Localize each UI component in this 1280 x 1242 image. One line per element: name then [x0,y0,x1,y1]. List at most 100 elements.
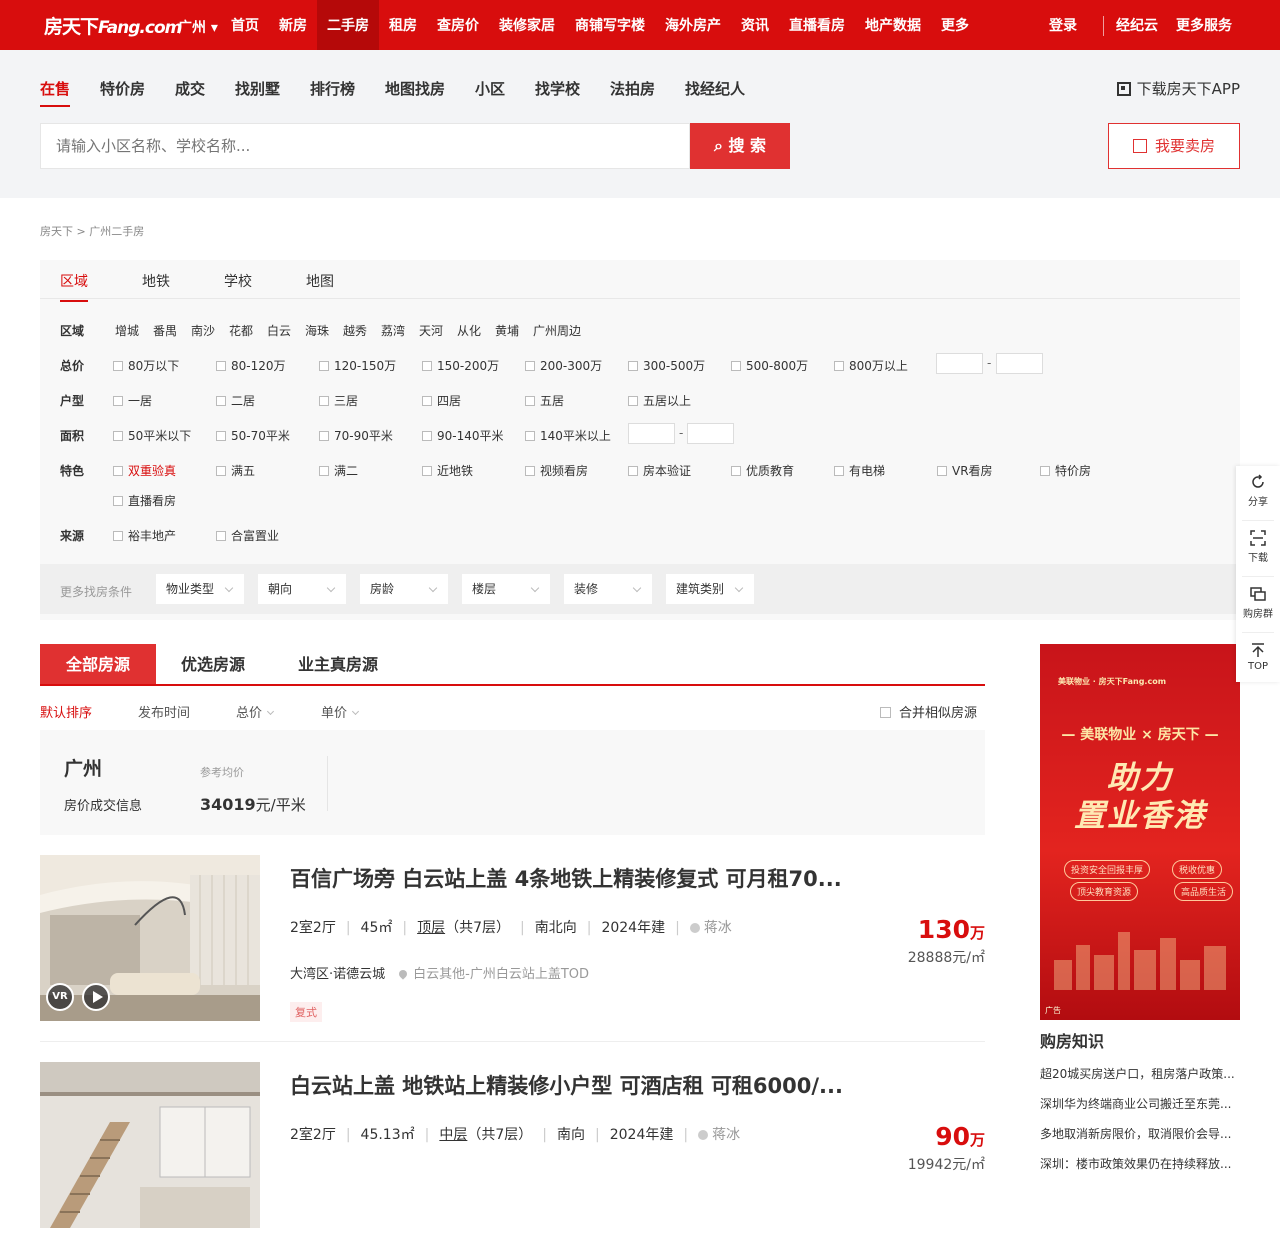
layout-option[interactable]: 一居 [113,392,152,409]
region-option[interactable]: 黄埔 [495,322,519,339]
price-min-input[interactable] [936,353,983,374]
tab-villa[interactable]: 找别墅 [235,78,280,99]
back-to-top-button[interactable]: TOP [1236,634,1280,688]
feature-option[interactable]: 直播看房 [113,492,176,509]
feature-option[interactable]: 满五 [216,462,255,479]
filter-tab-school[interactable]: 学校 [224,271,252,291]
property-type-dropdown[interactable]: 物业类型 [156,574,244,604]
tab-deals[interactable]: 成交 [175,78,205,99]
feature-option[interactable]: 双重验真 [113,462,176,479]
age-dropdown[interactable]: 房龄 [360,574,448,604]
knowledge-item[interactable]: 深圳华为终端商业公司搬迁至东莞... [1040,1095,1240,1112]
tab-owner-listings[interactable]: 业主真房源 [298,644,378,684]
site-logo[interactable]: 房天下Fang.com [44,12,182,39]
listing-title[interactable]: 百信广场旁 白云站上盖 4条地铁上精装修复式 可月租70... [290,863,842,893]
region-option[interactable]: 荔湾 [381,322,405,339]
tab-find-agent[interactable]: 找经纪人 [685,78,745,99]
area-option[interactable]: 90-140平米 [422,427,504,444]
sell-house-button[interactable]: 我要卖房 [1108,123,1240,169]
price-option[interactable]: 500-800万 [731,357,808,374]
nav-more[interactable]: 更多 [941,0,969,50]
community-link[interactable]: 大湾区·诺德云城 [290,967,385,982]
knowledge-item[interactable]: 多地取消新房限价，取消限价会导... [1040,1125,1240,1142]
layout-option[interactable]: 二居 [216,392,255,409]
feature-option[interactable]: 视频看房 [525,462,588,479]
listing-photo[interactable] [40,1062,260,1228]
area-min-input[interactable] [628,423,675,444]
price-option[interactable]: 120-150万 [319,357,396,374]
vr-icon[interactable]: VR [46,983,74,1011]
floor-dropdown[interactable]: 楼层 [462,574,550,604]
sort-total-price[interactable]: 总价 [236,702,275,721]
region-option[interactable]: 天河 [419,322,443,339]
feature-option[interactable]: 优质教育 [731,462,794,479]
tab-special-price[interactable]: 特价房 [100,78,145,99]
tab-auction[interactable]: 法拍房 [610,78,655,99]
region-option[interactable]: 广州周边 [533,322,581,339]
region-option[interactable]: 增城 [115,322,139,339]
tab-school[interactable]: 找学校 [535,78,580,99]
feature-option[interactable]: VR看房 [937,462,993,479]
region-option[interactable]: 南沙 [191,322,215,339]
download-button[interactable]: 下载 [1236,522,1280,576]
search-input[interactable] [41,124,689,168]
more-services-link[interactable]: 更多服务 [1176,0,1232,50]
broker-link[interactable]: 经纪云 [1116,0,1158,50]
city-selector[interactable]: 广州 ▾ [178,17,218,37]
nav-live[interactable]: 直播看房 [789,0,845,50]
ad-banner[interactable]: 美联物业 · 房天下Fang.com — 美联物业 × 房天下 — 助力 置业香港… [1040,644,1240,1020]
region-option[interactable]: 从化 [457,322,481,339]
price-option[interactable]: 200-300万 [525,357,602,374]
area-option[interactable]: 70-90平米 [319,427,393,444]
sort-default[interactable]: 默认排序 [40,702,92,721]
price-option[interactable]: 80万以下 [113,357,179,374]
layout-option[interactable]: 四居 [422,392,461,409]
app-download-link[interactable]: 下载房天下APP [1116,78,1240,99]
layout-option[interactable]: 五居以上 [628,392,691,409]
buyer-group-button[interactable]: 购房群 [1236,578,1280,632]
sort-publish-time[interactable]: 发布时间 [138,702,190,721]
feature-option[interactable]: 满二 [319,462,358,479]
share-button[interactable]: 分享 [1236,466,1280,520]
nav-data[interactable]: 地产数据 [865,0,921,50]
tab-all-listings[interactable]: 全部房源 [40,644,156,684]
nav-price-check[interactable]: 查房价 [437,0,479,50]
nav-decoration[interactable]: 装修家居 [499,0,555,50]
orientation-dropdown[interactable]: 朝向 [258,574,346,604]
search-button[interactable]: ⌕ 搜 索 [690,123,790,169]
region-option[interactable]: 白云 [267,322,291,339]
price-option[interactable]: 80-120万 [216,357,286,374]
play-icon[interactable] [82,983,110,1011]
filter-tab-subway[interactable]: 地铁 [142,271,170,291]
knowledge-item[interactable]: 超20城买房送户口，租房落户政策... [1040,1065,1240,1082]
nav-new-house[interactable]: 新房 [279,0,307,50]
knowledge-item[interactable]: 深圳：楼市政策效果仍在持续释放... [1040,1155,1240,1172]
region-option[interactable]: 海珠 [305,322,329,339]
layout-option[interactable]: 五居 [525,392,564,409]
nav-news[interactable]: 资讯 [741,0,769,50]
area-option[interactable]: 140平米以上 [525,427,611,444]
nav-home[interactable]: 首页 [231,0,259,50]
nav-commercial[interactable]: 商铺写字楼 [575,0,645,50]
tab-ranking[interactable]: 排行榜 [310,78,355,99]
nav-overseas[interactable]: 海外房产 [665,0,721,50]
region-option[interactable]: 花都 [229,322,253,339]
login-link[interactable]: 登录 [1049,0,1077,50]
area-max-input[interactable] [687,423,734,444]
sort-unit-price[interactable]: 单价 [321,702,360,721]
listing-item[interactable]: VR 百信广场旁 白云站上盖 4条地铁上精装修复式 可月租70... 2室2厅 |… [40,855,985,1042]
feature-option[interactable]: 特价房 [1040,462,1091,479]
building-type-dropdown[interactable]: 建筑类别 [666,574,754,604]
feature-option[interactable]: 房本验证 [628,462,691,479]
breadcrumb[interactable]: 房天下 > 广州二手房 [40,223,144,239]
feature-option[interactable]: 近地铁 [422,462,473,479]
tab-community[interactable]: 小区 [475,78,505,99]
price-info-link[interactable]: 房价成交信息 [64,795,142,814]
decoration-dropdown[interactable]: 装修 [564,574,652,604]
price-max-input[interactable] [996,353,1043,374]
tab-map-search[interactable]: 地图找房 [385,78,445,99]
area-option[interactable]: 50平米以下 [113,427,191,444]
listing-title[interactable]: 白云站上盖 地铁站上精装修小户型 可酒店租 可租6000/... [290,1070,843,1100]
price-option[interactable]: 150-200万 [422,357,499,374]
listing-item[interactable]: 白云站上盖 地铁站上精装修小户型 可酒店租 可租6000/... 2室2厅 | 45… [40,1062,985,1242]
